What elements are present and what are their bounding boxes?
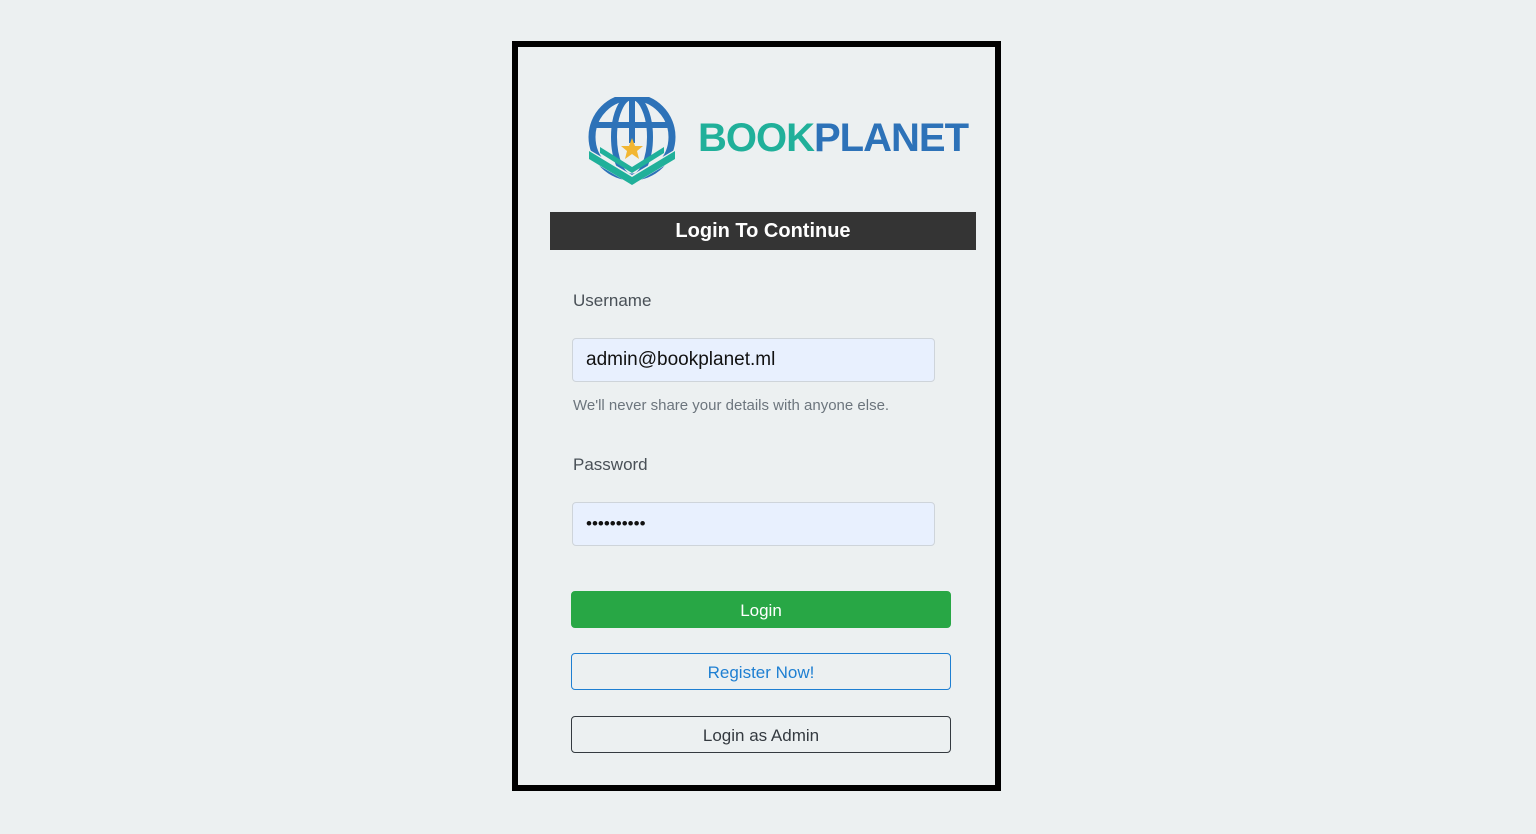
register-button[interactable]: Register Now!: [571, 653, 951, 690]
brand-word-book: BOOK: [698, 116, 815, 160]
username-help-text: We'll never share your details with anyo…: [573, 397, 890, 414]
brand-word-planet: PLANET: [814, 116, 969, 160]
login-card: BOOKPLANET Login To Continue Username ad…: [512, 41, 1001, 791]
login-header: Login To Continue: [550, 212, 976, 250]
password-input[interactable]: ••••••••••: [572, 502, 935, 546]
login-as-admin-button[interactable]: Login as Admin: [571, 716, 951, 753]
globe-book-icon: [588, 97, 676, 185]
brand-wordmark: BOOKPLANET: [698, 116, 969, 161]
username-input[interactable]: admin@bookplanet.ml: [572, 338, 935, 382]
username-label: Username: [573, 291, 652, 310]
password-label: Password: [573, 455, 648, 474]
login-button[interactable]: Login: [571, 591, 951, 628]
